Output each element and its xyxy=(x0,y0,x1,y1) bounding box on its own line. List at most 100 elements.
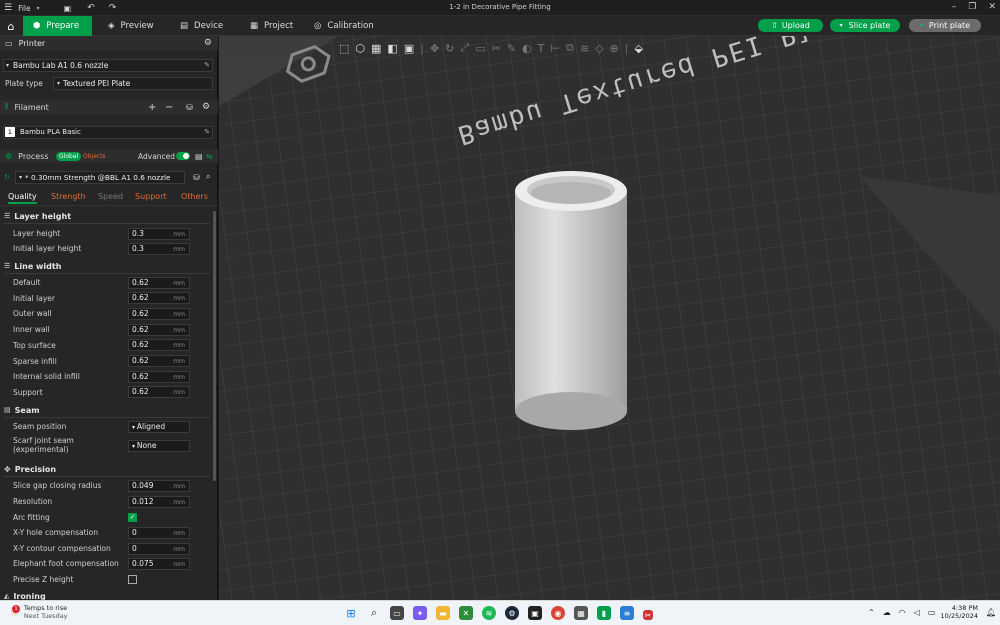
line-width-top-surface-input[interactable]: 0.62 mm xyxy=(128,339,190,352)
add-icon[interactable]: + xyxy=(148,102,156,113)
tab-device[interactable]: ▤ Device xyxy=(170,16,233,36)
scarf-joint-select[interactable]: ▾ None xyxy=(128,440,190,452)
line-width-sparse-infill-input[interactable]: 0.62 mm xyxy=(128,355,190,367)
add-part-icon[interactable]: ⬚ xyxy=(339,42,349,55)
advanced-toggle[interactable] xyxy=(176,152,190,160)
layer-height-input[interactable]: 0.3 mm xyxy=(128,227,190,240)
search-icon[interactable]: ⌕ xyxy=(206,172,210,182)
onedrive-icon[interactable]: ☁ xyxy=(883,608,891,617)
tab-calibration[interactable]: ◎ Calibration xyxy=(304,16,384,36)
calculator-icon[interactable]: ▦ xyxy=(574,606,588,620)
variable-height-icon[interactable]: ≋ xyxy=(580,42,589,55)
process-preset-select[interactable]: ▾ * 0.30mm Strength @BBL A1 0.6 nozzle xyxy=(15,170,185,184)
assembly-icon[interactable]: ⧉ xyxy=(566,41,574,55)
arc-fitting-checkbox[interactable]: ✓ xyxy=(128,513,137,522)
chevron-up-icon[interactable]: ⌃ xyxy=(868,608,875,617)
tab-speed[interactable]: Speed xyxy=(98,192,123,201)
line-width-support-input[interactable]: 0.62 mm xyxy=(128,386,190,399)
tab-support[interactable]: Support xyxy=(135,192,167,201)
search-icon[interactable]: ⌕ xyxy=(367,606,381,620)
initial-layer-height-input[interactable]: 0.3 mm xyxy=(128,242,190,255)
tab-project[interactable]: ▦ Project xyxy=(240,16,303,36)
xy-hole-comp-input[interactable]: 0 mm xyxy=(128,526,190,539)
file-explorer-icon[interactable]: ▬ xyxy=(436,606,450,620)
move-icon[interactable]: ✥ xyxy=(430,42,439,55)
tab-preview[interactable]: ◈ Preview xyxy=(98,16,164,36)
notifications-icon[interactable]: 🔔︎ xyxy=(986,608,996,617)
setting-row: Default 0.62 mm xyxy=(0,276,218,289)
cut-icon[interactable]: ✂ xyxy=(492,42,501,55)
global-toggle[interactable]: Global xyxy=(56,151,82,161)
terminal-icon[interactable]: ▣ xyxy=(528,606,542,620)
bambu-studio-icon[interactable]: ▮ xyxy=(597,606,611,620)
compare-icon[interactable]: ▤ xyxy=(195,152,203,161)
minimize-icon[interactable]: – xyxy=(952,2,957,12)
tab-others[interactable]: Others xyxy=(181,192,208,201)
line-width-initial-layer-input[interactable]: 0.62 mm xyxy=(128,292,190,305)
rotate-icon[interactable]: ↻ xyxy=(445,42,454,55)
steam-icon[interactable]: ⚙ xyxy=(505,606,519,620)
scale-icon[interactable]: ⤢ xyxy=(460,41,469,55)
sync-icon[interactable]: ⛁ xyxy=(186,103,193,112)
close-icon[interactable]: ✕ xyxy=(988,2,996,12)
plate-icon[interactable]: ▣ xyxy=(404,42,414,55)
settings-icon[interactable]: ⚙ xyxy=(202,102,210,112)
orient-icon[interactable]: ◧ xyxy=(387,42,397,55)
upload-button[interactable]: ⇧ Upload xyxy=(758,19,823,32)
line-width-inner-wall-input[interactable]: 0.62 mm xyxy=(128,323,190,336)
wifi-icon[interactable]: ◠ xyxy=(899,608,906,617)
notepad-icon[interactable]: ≡ xyxy=(620,606,634,620)
3d-model-pipe[interactable] xyxy=(515,171,627,430)
edit-icon[interactable]: ✎ xyxy=(204,128,210,136)
elephant-foot-input[interactable]: 0.075 mm xyxy=(128,557,190,570)
line-width-internal-solid-infill-input[interactable]: 0.62 mm xyxy=(128,370,190,383)
measure-icon[interactable]: ⊢ xyxy=(550,42,560,55)
tab-prepare[interactable]: ⬢ Prepare xyxy=(23,16,92,36)
grid-arrange-icon[interactable]: ▦ xyxy=(371,42,381,55)
printer-select[interactable]: ▾ Bambu Lab A1 0.6 nozzle ✎ xyxy=(0,58,218,72)
slice-plate-button[interactable]: ▾ Slice plate xyxy=(830,19,900,32)
resolution-input[interactable]: 0.012 mm xyxy=(128,495,190,508)
tab-strength[interactable]: Strength xyxy=(51,192,86,201)
snipping-tool-icon[interactable]: ✂ xyxy=(643,610,653,620)
plate-type-select[interactable]: ▾ Textured PEI Plate xyxy=(53,76,213,90)
settings-icon[interactable]: ⚙ xyxy=(204,38,212,48)
precise-z-checkbox[interactable] xyxy=(128,575,137,584)
seam-paint-icon[interactable]: ◐ xyxy=(522,42,532,55)
battery-icon[interactable]: ▭ xyxy=(928,608,936,617)
support-paint-icon[interactable]: ◇ xyxy=(595,42,603,55)
seam-position-select[interactable]: ▾ Aligned xyxy=(128,420,190,433)
paint-icon[interactable]: ✎ xyxy=(507,42,516,55)
edit-icon[interactable]: ✎ xyxy=(204,61,210,69)
slice-gap-input[interactable]: 0.049 mm xyxy=(128,479,190,492)
home-icon[interactable]: ⌂ xyxy=(0,16,22,36)
filament-select[interactable]: 1 Bambu PLA Basic ✎ xyxy=(0,125,218,139)
print-plate-button[interactable]: ▾ Print plate xyxy=(909,19,981,32)
maximize-icon[interactable]: ❐ xyxy=(968,2,976,12)
3d-viewport[interactable]: Bambu Textured PEI Plate ⬚ ⬡ ▦ ◧ ▣ | ✥ ↻… xyxy=(219,36,1000,600)
view-icon[interactable]: ⬙ xyxy=(634,42,642,55)
objects-toggle[interactable]: Objects xyxy=(83,153,106,160)
start-icon[interactable]: ⊞ xyxy=(344,606,358,620)
setting-row: Support 0.62 mm xyxy=(0,386,218,399)
chrome-icon[interactable]: ◉ xyxy=(551,606,565,620)
save-icon[interactable]: ⛁ xyxy=(193,173,200,182)
copilot-icon[interactable]: ✦ xyxy=(413,606,427,620)
clock[interactable]: 4:38 PM 10/25/2024 xyxy=(940,604,978,620)
task-view-icon[interactable]: ▭ xyxy=(390,606,404,620)
xy-contour-comp-input[interactable]: 0 mm xyxy=(128,542,190,555)
weather-widget[interactable]: ☀ 1 Temps to rise Next Tuesday xyxy=(10,604,68,620)
xbox-icon[interactable]: ✕ xyxy=(459,606,473,620)
line-width-outer-wall-input[interactable]: 0.62 mm xyxy=(128,307,190,320)
remove-icon[interactable]: − xyxy=(165,102,173,113)
mesh-boolean-icon[interactable]: ⊕ xyxy=(610,42,619,55)
tab-quality[interactable]: Quality xyxy=(8,192,37,204)
text-icon[interactable]: T xyxy=(538,42,545,55)
line-width-default-input[interactable]: 0.62 mm xyxy=(128,276,190,289)
build-plate-scene: Bambu Textured PEI Plate xyxy=(219,36,1000,600)
lay-on-face-icon[interactable]: ▭ xyxy=(475,42,485,55)
spotify-icon[interactable]: ≋ xyxy=(482,606,496,620)
volume-icon[interactable]: ◁ xyxy=(914,608,920,617)
expand-icon[interactable]: ⇋ xyxy=(206,152,213,161)
cube-icon[interactable]: ⬡ xyxy=(355,42,365,55)
